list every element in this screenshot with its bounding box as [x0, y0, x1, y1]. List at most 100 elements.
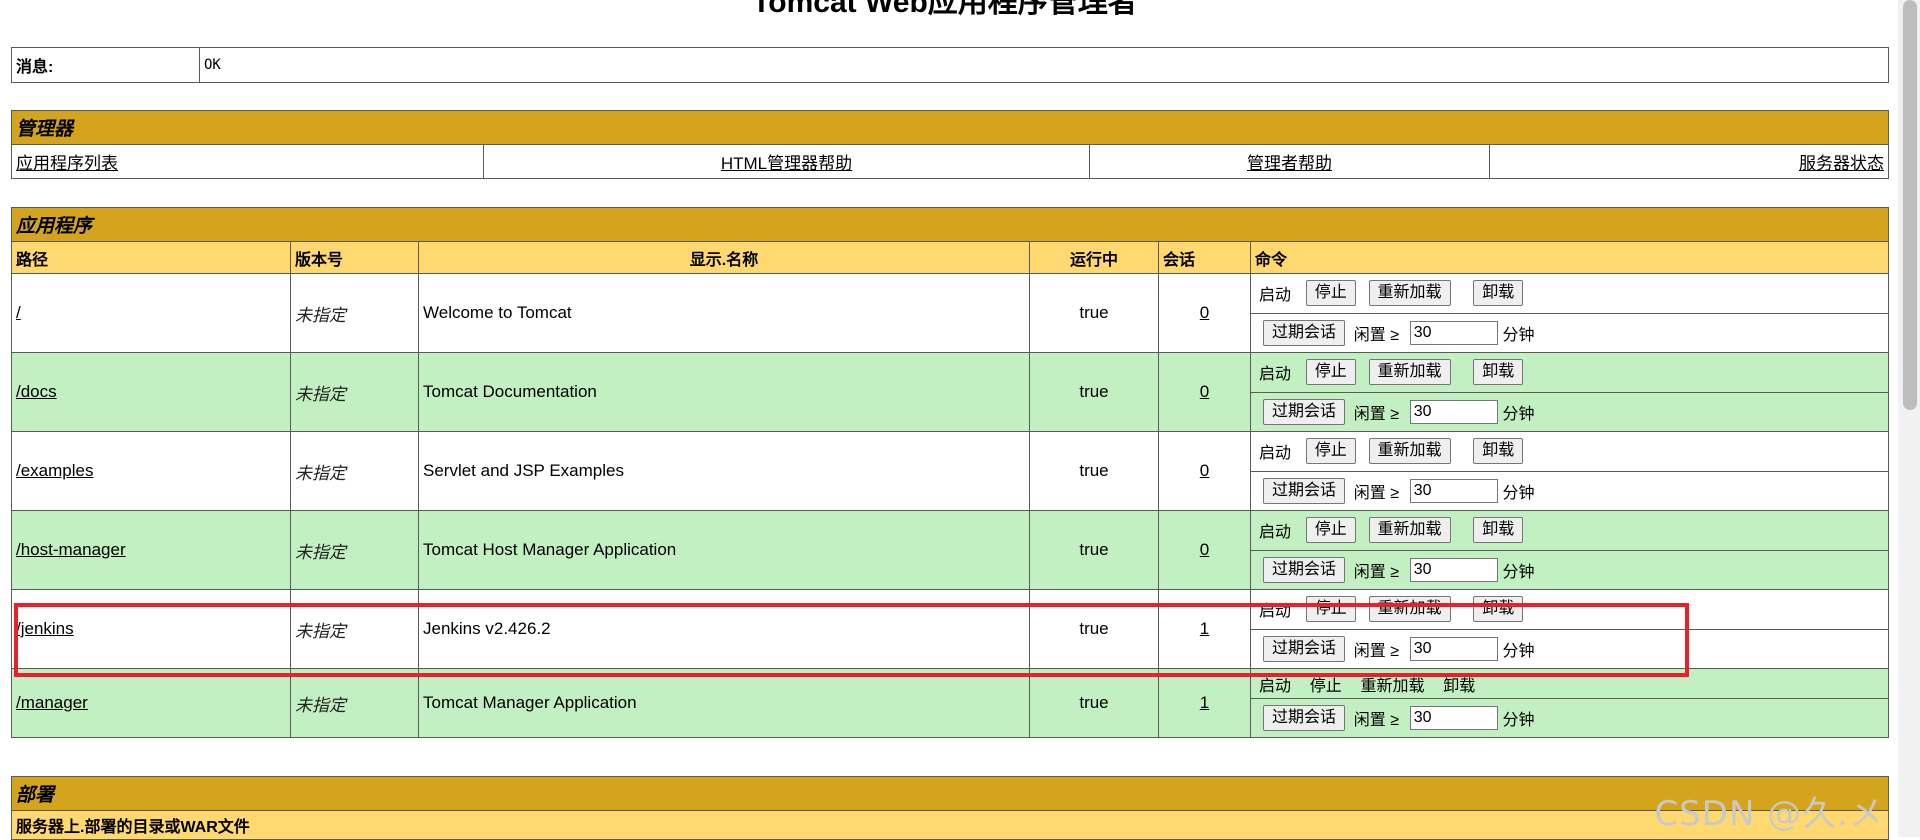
start-label: 启动 [1259, 287, 1292, 305]
reload-label: 重新加载 [1360, 677, 1425, 695]
col-sessions: 会话 [1158, 241, 1251, 274]
watermark-text: CSDN @久.メ [1654, 794, 1884, 834]
message-value: OK [199, 47, 1889, 83]
app-version: 未指定 [290, 273, 419, 353]
idle-label: 闲置 ≥ [1353, 642, 1399, 660]
app-display-name: Tomcat Documentation [418, 352, 1030, 432]
idle-minutes-input[interactable] [1409, 320, 1498, 345]
undeploy-label: 卸载 [1443, 677, 1476, 695]
idle-minutes-input[interactable] [1409, 706, 1498, 730]
table-row: / 未指定 Welcome to Tomcat true 0 启动 停止 重新加… [11, 273, 1889, 353]
page-title: Tomcat Web应用程序管理者 [752, 0, 1138, 19]
minutes-label: 分钟 [1502, 712, 1535, 729]
undeploy-button[interactable]: 卸载 [1473, 280, 1524, 307]
deploy-header: 部署 [11, 776, 1889, 811]
minutes-label: 分钟 [1502, 326, 1535, 344]
stop-button[interactable]: 停止 [1305, 517, 1356, 544]
app-running: true [1029, 273, 1159, 353]
app-sessions-link[interactable]: 0 [1200, 540, 1209, 559]
expire-sessions-button[interactable]: 过期会话 [1263, 556, 1346, 583]
link-manager-help[interactable]: 管理者帮助 [1247, 154, 1332, 173]
reload-button[interactable]: 重新加载 [1368, 596, 1451, 623]
manager-header: 管理器 [11, 110, 1889, 145]
app-display-name: Welcome to Tomcat [418, 273, 1030, 353]
minutes-label: 分钟 [1502, 405, 1535, 423]
app-sessions-link[interactable]: 1 [1200, 619, 1209, 638]
reload-button[interactable]: 重新加载 [1368, 438, 1451, 465]
expire-sessions-button[interactable]: 过期会话 [1263, 398, 1346, 425]
tomcat-manager-page: Tomcat Web应用程序管理者 消息: OK 管理器 应用程序列表 HTML… [0, 0, 1920, 840]
stop-label: 停止 [1309, 677, 1342, 695]
undeploy-button[interactable]: 卸载 [1473, 517, 1524, 544]
app-sessions-link[interactable]: 1 [1200, 693, 1209, 712]
start-label: 启动 [1259, 524, 1292, 542]
app-path-link[interactable]: /examples [16, 461, 93, 480]
app-path-link[interactable]: /jenkins [16, 619, 74, 638]
col-display-name: 显示.名称 [418, 241, 1030, 274]
idle-minutes-input[interactable] [1409, 557, 1498, 582]
app-path-link[interactable]: /manager [16, 693, 88, 712]
reload-button[interactable]: 重新加载 [1368, 359, 1451, 386]
app-version: 未指定 [290, 510, 419, 590]
reload-button[interactable]: 重新加载 [1368, 280, 1451, 307]
table-row: /examples 未指定 Servlet and JSP Examples t… [11, 431, 1889, 511]
message-label: 消息: [11, 47, 200, 83]
app-running: true [1029, 589, 1159, 669]
app-version: 未指定 [290, 668, 419, 738]
app-display-name: Tomcat Host Manager Application [418, 510, 1030, 590]
expire-sessions-button[interactable]: 过期会话 [1263, 319, 1346, 346]
app-sessions-link[interactable]: 0 [1200, 382, 1209, 401]
app-path-link[interactable]: /docs [16, 382, 57, 401]
manager-table: 管理器 应用程序列表 HTML管理器帮助 管理者帮助 服务器状态 [11, 110, 1889, 179]
scrollbar-thumb[interactable] [1903, 0, 1917, 410]
undeploy-button[interactable]: 卸载 [1473, 596, 1524, 623]
idle-label: 闲置 ≥ [1353, 712, 1399, 729]
app-sessions-link[interactable]: 0 [1200, 461, 1209, 480]
link-app-list[interactable]: 应用程序列表 [16, 154, 118, 173]
link-html-manager-help[interactable]: HTML管理器帮助 [721, 154, 852, 173]
expire-sessions-button[interactable]: 过期会话 [1263, 705, 1346, 731]
link-server-status[interactable]: 服务器状态 [1799, 154, 1884, 173]
app-version: 未指定 [290, 589, 419, 669]
start-label: 启动 [1259, 603, 1292, 621]
applications-table: 应用程序 路径 版本号 显示.名称 运行中 会话 命令 / 未指定 Welcom… [11, 207, 1889, 738]
app-running: true [1029, 668, 1159, 738]
idle-label: 闲置 ≥ [1353, 563, 1399, 581]
applications-header: 应用程序 [11, 207, 1889, 242]
app-display-name: Tomcat Manager Application [418, 668, 1030, 738]
idle-minutes-input[interactable] [1409, 478, 1498, 503]
col-running: 运行中 [1029, 241, 1159, 274]
start-label: 启动 [1259, 366, 1292, 384]
table-row: /jenkins 未指定 Jenkins v2.426.2 true 1 启动 … [11, 589, 1889, 669]
stop-button[interactable]: 停止 [1305, 438, 1356, 465]
expire-sessions-button[interactable]: 过期会话 [1263, 635, 1346, 662]
stop-button[interactable]: 停止 [1305, 280, 1356, 307]
message-table: 消息: OK [11, 47, 1889, 83]
undeploy-button[interactable]: 卸载 [1473, 359, 1524, 386]
app-running: true [1029, 431, 1159, 511]
col-path: 路径 [11, 241, 291, 274]
col-version: 版本号 [290, 241, 419, 274]
idle-minutes-input[interactable] [1409, 636, 1498, 661]
expire-sessions-button[interactable]: 过期会话 [1263, 477, 1346, 504]
app-sessions-link[interactable]: 0 [1200, 303, 1209, 322]
deploy-table: 部署 服务器上.部署的目录或WAR文件 [11, 776, 1889, 840]
reload-button[interactable]: 重新加载 [1368, 517, 1451, 544]
col-commands: 命令 [1250, 241, 1889, 274]
app-path-link[interactable]: /host-manager [16, 540, 126, 559]
table-row: /docs 未指定 Tomcat Documentation true 0 启动… [11, 352, 1889, 432]
idle-label: 闲置 ≥ [1353, 405, 1399, 423]
stop-button[interactable]: 停止 [1305, 596, 1356, 623]
app-version: 未指定 [290, 352, 419, 432]
undeploy-button[interactable]: 卸载 [1473, 438, 1524, 465]
minutes-label: 分钟 [1502, 642, 1535, 660]
minutes-label: 分钟 [1502, 484, 1535, 502]
stop-button[interactable]: 停止 [1305, 359, 1356, 386]
app-display-name: Jenkins v2.426.2 [418, 589, 1030, 669]
idle-label: 闲置 ≥ [1353, 484, 1399, 502]
start-label: 启动 [1259, 677, 1292, 695]
idle-minutes-input[interactable] [1409, 399, 1498, 424]
app-running: true [1029, 510, 1159, 590]
minutes-label: 分钟 [1502, 563, 1535, 581]
app-path-link[interactable]: / [16, 303, 21, 322]
